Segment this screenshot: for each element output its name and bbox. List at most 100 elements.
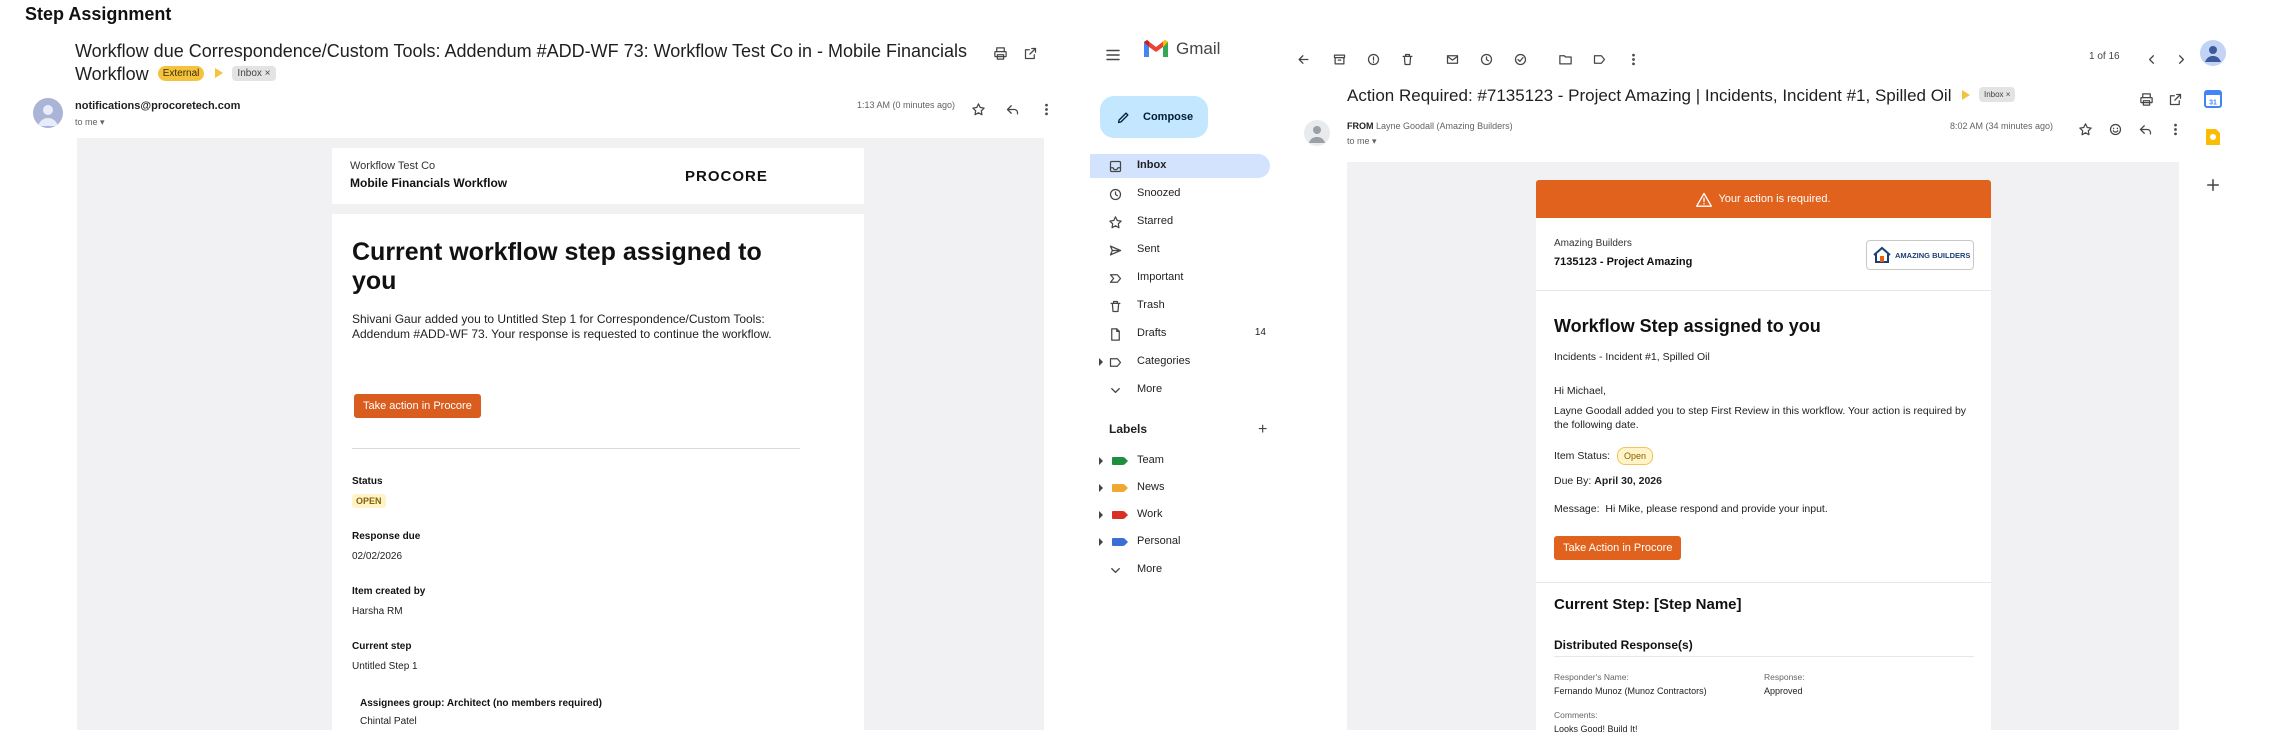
response-due-label: Response due [352, 531, 421, 542]
account-avatar[interactable] [2196, 40, 2230, 66]
nav-categories[interactable]: Categories [1090, 350, 1270, 374]
add-addon-button[interactable] [2196, 176, 2230, 194]
company-name: Workflow Test Co [350, 160, 436, 172]
label-team[interactable]: Team [1090, 449, 1270, 473]
newer-button[interactable] [2138, 46, 2164, 72]
more-options-button[interactable] [1033, 96, 1059, 122]
labels-more[interactable]: More [1090, 558, 1270, 582]
add-task-button[interactable] [1507, 46, 1533, 72]
move-to-button[interactable] [1552, 46, 1578, 72]
print-icon [993, 46, 1007, 60]
inbox-chip[interactable]: Inbox × [1978, 87, 2016, 103]
expand-caret-icon[interactable] [1099, 457, 1103, 465]
sender-name: Layne Goodall (Amazing Builders) [1376, 121, 1513, 131]
person-icon [1309, 126, 1325, 143]
add-label-button[interactable]: + [1258, 421, 1267, 439]
nav-label: Drafts [1137, 327, 1167, 339]
importance-marker-icon[interactable] [1962, 89, 1971, 100]
email-time: 1:13 AM (0 minutes ago) [857, 100, 956, 110]
expand-caret-icon[interactable] [1099, 538, 1103, 546]
from-prefix: FROM [1347, 121, 1374, 131]
nav-drafts[interactable]: Drafts 14 [1090, 322, 1270, 346]
procore-header-card: Workflow Test Co Mobile Financials Workf… [332, 148, 864, 204]
report-spam-button[interactable] [1360, 46, 1386, 72]
archive-button[interactable] [1326, 46, 1352, 72]
label-work[interactable]: Work [1090, 503, 1270, 527]
label-name: Team [1137, 454, 1164, 466]
older-button[interactable] [2168, 46, 2192, 72]
current-step-heading: Current Step: [Step Name] [1554, 596, 1742, 613]
reply-icon [2139, 124, 2151, 134]
open-external-icon [1024, 47, 1036, 59]
star-button[interactable] [965, 96, 991, 122]
response-due-value: 02/02/2026 [352, 551, 403, 562]
comments-label: Comments: [1554, 710, 1598, 720]
status-label: Status [352, 476, 383, 487]
mark-unread-button[interactable] [1439, 46, 1465, 72]
calendar-icon: 31 [2204, 90, 2222, 108]
take-action-button[interactable]: Take action in Procore [354, 394, 481, 418]
label-news[interactable]: News [1090, 476, 1270, 500]
to-me-dropdown[interactable]: to me ▾ [75, 117, 105, 128]
print-button[interactable] [2133, 86, 2159, 112]
importance-marker-icon[interactable] [215, 68, 224, 79]
main-menu-button[interactable] [1100, 42, 1126, 68]
nav-inbox[interactable]: Inbox [1090, 154, 1270, 178]
label-tag-icon [1112, 484, 1128, 492]
nav-sent[interactable]: Sent [1090, 238, 1270, 262]
inbox-chip[interactable]: Inbox × [232, 65, 276, 81]
message-value: Hi Mike, please respond and provide your… [1605, 503, 1828, 515]
nav-trash[interactable]: Trash [1090, 294, 1270, 318]
reply-button[interactable] [2132, 116, 2158, 142]
assignee-name: Chintal Patel [360, 716, 417, 727]
divider [1536, 290, 1991, 291]
comments-value: Looks Good! Build It! [1554, 724, 1638, 734]
keep-app-button[interactable] [2196, 128, 2230, 146]
more-options-button[interactable] [1620, 46, 1646, 72]
sender-email[interactable]: notifications@procoretech.com [75, 100, 240, 112]
print-button[interactable] [987, 40, 1013, 66]
open-new-window-button[interactable] [2162, 86, 2188, 112]
greeting: Hi Michael, [1554, 385, 1606, 397]
star-icon [1109, 216, 1122, 229]
company-name: Amazing Builders [1554, 238, 1632, 249]
gmail-logo[interactable]: Gmail [1142, 38, 1220, 59]
nav-label: Sent [1137, 243, 1160, 255]
pagination-text: 1 of 16 [2089, 51, 2120, 62]
open-new-window-button[interactable] [1017, 40, 1043, 66]
item-status-label: Item Status: [1554, 450, 1611, 462]
nav-starred[interactable]: Starred [1090, 210, 1270, 234]
star-button[interactable] [2072, 116, 2098, 142]
important-icon [1109, 274, 1122, 283]
status-badge: Open [1616, 447, 1653, 465]
expand-caret-icon[interactable] [1099, 511, 1103, 519]
snooze-button[interactable] [1473, 46, 1499, 72]
star-icon [971, 102, 985, 115]
calendar-app-button[interactable]: 31 [2196, 90, 2230, 108]
subject-text: Workflow due Correspondence/Custom Tools… [75, 41, 968, 84]
nav-important[interactable]: Important [1090, 266, 1270, 290]
emoji-react-button[interactable] [2102, 116, 2128, 142]
back-button[interactable] [1290, 46, 1316, 72]
chevron-left-icon [2148, 54, 2154, 64]
chevron-right-icon [2178, 54, 2184, 64]
nav-snoozed[interactable]: Snoozed [1090, 182, 1270, 206]
banner-text: Your action is required. [1718, 193, 1831, 205]
reply-button[interactable] [999, 96, 1025, 122]
plus-icon [2207, 179, 2219, 191]
message-row: Message: Hi Mike, please respond and pro… [1554, 502, 1974, 516]
compose-button[interactable]: Compose [1100, 96, 1208, 138]
logo-text: AMAZING BUILDERS [1895, 250, 1971, 260]
labels-button[interactable] [1586, 46, 1612, 72]
expand-caret-icon[interactable] [1099, 484, 1103, 492]
print-icon [2139, 92, 2153, 106]
to-me-dropdown[interactable]: to me ▾ [1347, 136, 1377, 147]
take-action-button[interactable]: Take Action in Procore [1554, 536, 1682, 560]
more-options-button[interactable] [2162, 116, 2188, 142]
label-personal[interactable]: Personal [1090, 530, 1270, 554]
sender-line[interactable]: FROM Layne Goodall (Amazing Builders) [1347, 121, 1513, 131]
expand-caret-icon[interactable] [1099, 358, 1103, 366]
nav-label: Important [1137, 271, 1184, 283]
nav-more[interactable]: More [1090, 378, 1270, 402]
delete-button[interactable] [1394, 46, 1420, 72]
